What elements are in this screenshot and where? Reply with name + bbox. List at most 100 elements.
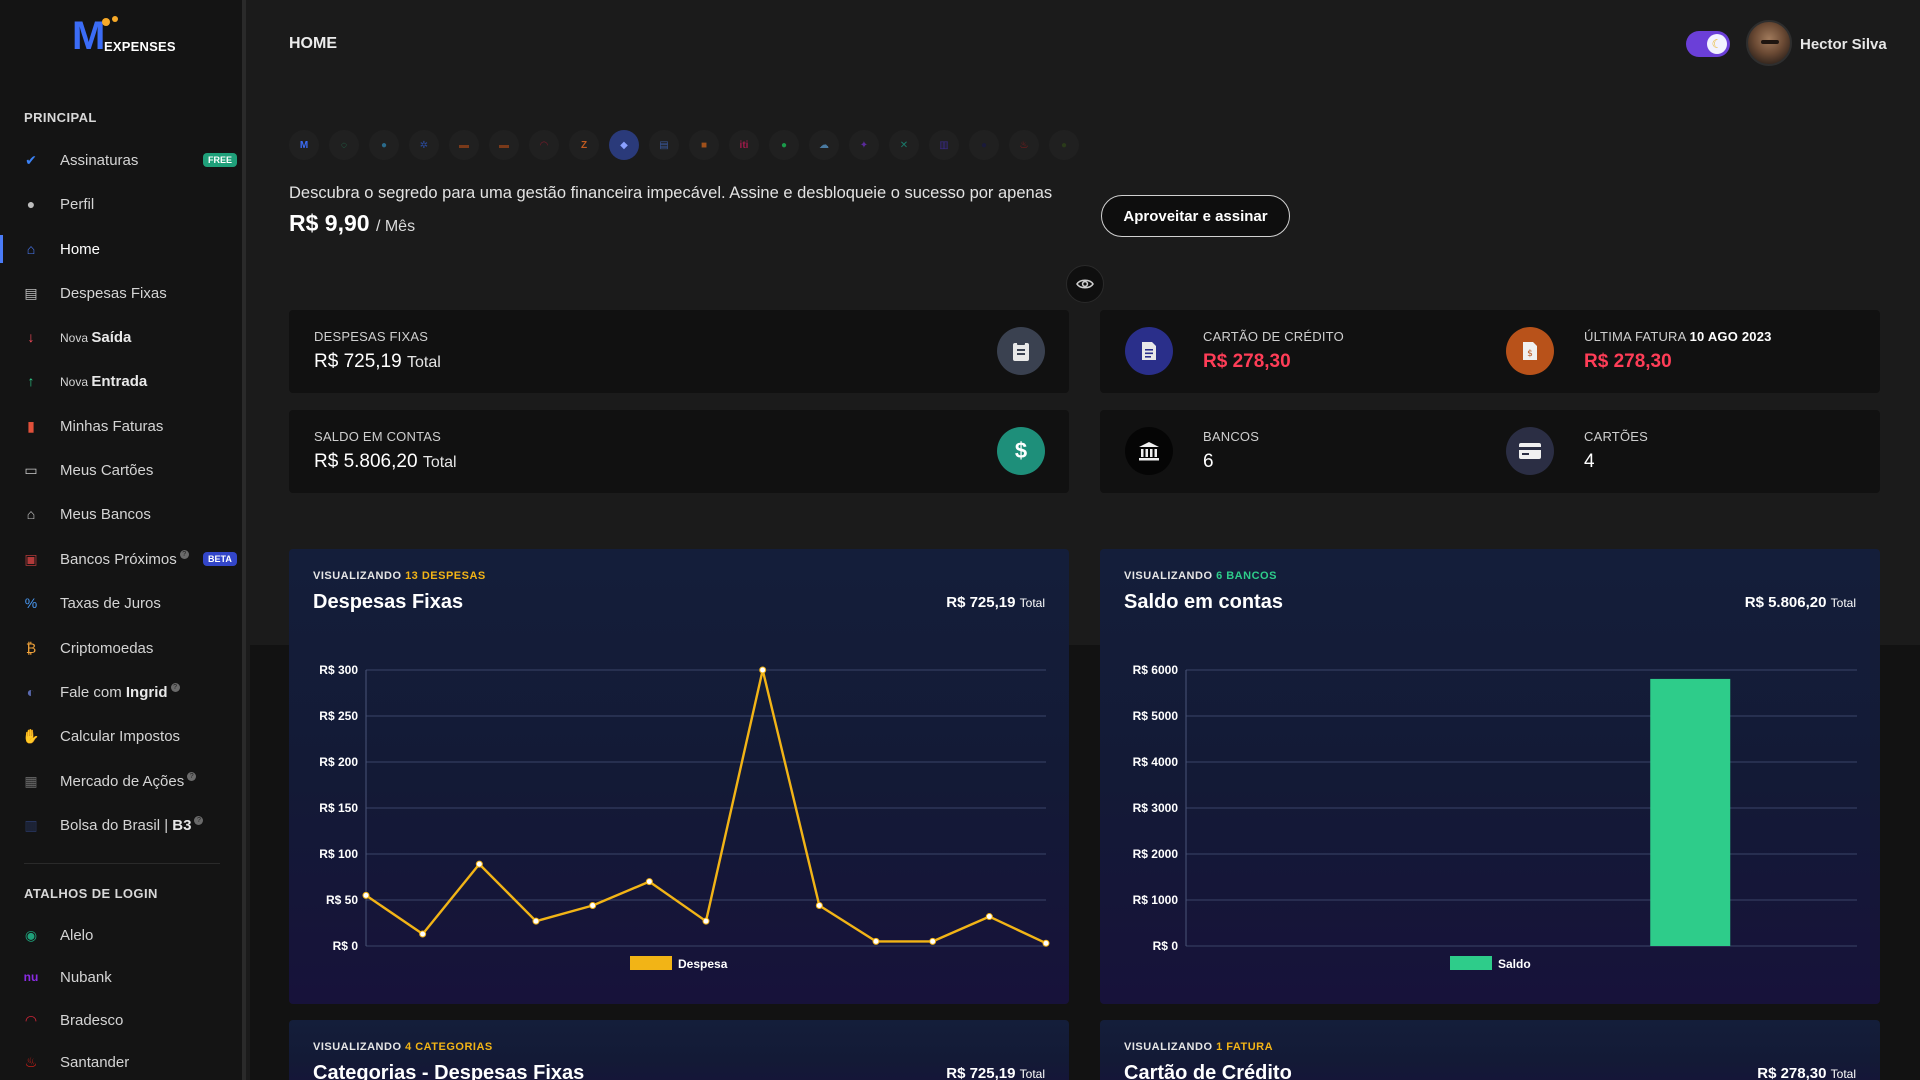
help-icon[interactable]: ? xyxy=(170,683,180,692)
bank-icon[interactable]: ▥ xyxy=(929,130,959,160)
shortcut-item[interactable]: ◉ Alelo xyxy=(0,917,242,953)
status-badge: FREE xyxy=(203,153,238,167)
page-title: HOME xyxy=(289,35,337,52)
bank-icon[interactable]: ● xyxy=(769,130,799,160)
y-tick-label: R$ 6000 xyxy=(1133,663,1179,677)
sidebar-item[interactable]: ₿ Criptomoedas xyxy=(0,630,242,666)
sidebar-item[interactable]: ▤ Despesas Fixas xyxy=(0,275,242,311)
y-tick-label: R$ 250 xyxy=(319,709,358,723)
panel-subtitle: VISUALIZANDO 1 FATURA xyxy=(1124,1041,1273,1053)
y-tick-label: R$ 150 xyxy=(319,801,358,815)
panel-categorias: VISUALIZANDO 4 CATEGORIAS Categorias - D… xyxy=(289,1020,1069,1080)
help-icon[interactable]: ? xyxy=(194,816,204,825)
user-icon: ● xyxy=(26,196,36,212)
card-label: CARTÃO DE CRÉDITO xyxy=(1203,329,1344,344)
subscribe-button[interactable]: Aproveitar e assinar xyxy=(1101,195,1290,237)
card-despesas-fixas[interactable]: DESPESAS FIXAS R$ 725,19 Total xyxy=(289,310,1069,393)
credit-card-icon: ▭ xyxy=(24,461,38,478)
line-chart[interactable]: R$ 0 R$ 50 R$ 100 R$ 150 R$ 200 R$ 250 R$ 300 D… xyxy=(289,549,1069,1004)
user-name[interactable]: Hector Silva xyxy=(1800,36,1887,53)
sidebar-item[interactable]: ▦ Mercado de Ações? xyxy=(0,763,242,799)
y-tick-label: R$ 0 xyxy=(1153,939,1179,953)
promo-text: Descubra o segredo para uma gestão finan… xyxy=(289,184,1053,202)
bank-icon[interactable]: iti xyxy=(729,130,759,160)
total-word: Total xyxy=(422,454,457,471)
sidebar-item-label: Meus Bancos xyxy=(60,505,151,523)
bank-icon[interactable]: ✲ xyxy=(409,130,439,160)
sidebar-item-label: Bolsa do Brasil | B3? xyxy=(60,816,204,834)
vis-prefix: VISUALIZANDO xyxy=(1124,1041,1213,1053)
shortcut-label: Nubank xyxy=(60,968,112,986)
sidebar-item[interactable]: ✋ Calcular Impostos xyxy=(0,718,242,754)
bank-icon[interactable]: ♨ xyxy=(1009,130,1039,160)
data-point xyxy=(985,913,993,921)
bank-icon[interactable]: ● xyxy=(1049,130,1079,160)
bank-icon[interactable]: ✕ xyxy=(889,130,919,160)
bank-icon[interactable]: ▬ xyxy=(449,130,479,160)
app-logo[interactable]: M EXPENSES xyxy=(72,16,182,56)
card-label: SALDO EM CONTAS xyxy=(314,429,442,444)
section-title-principal: PRINCIPAL xyxy=(24,110,97,125)
bank-icon[interactable]: ▤ xyxy=(649,130,679,160)
map-bank-icon: ▣ xyxy=(24,550,38,567)
expenses-logo-icon[interactable]: M xyxy=(289,130,319,160)
shortcut-item[interactable]: nu Nubank xyxy=(0,959,242,995)
sidebar-item[interactable]: ◐ Fale com Ingrid? xyxy=(0,674,242,710)
toggle-visibility-button[interactable] xyxy=(1066,265,1104,303)
sidebar-item[interactable]: ▥ Bolsa do Brasil | B3? xyxy=(0,807,242,843)
y-tick-label: R$ 4000 xyxy=(1133,755,1179,769)
sidebar-item[interactable]: ✔ Assinaturas FREE xyxy=(0,142,242,178)
panel-saldo-em-contas: VISUALIZANDO 6 BANCOS Saldo em contas R$… xyxy=(1100,549,1880,1004)
card-label: DESPESAS FIXAS xyxy=(314,329,429,344)
sidebar-item[interactable]: ⌂ Meus Bancos xyxy=(0,496,242,532)
card-cartao-credito[interactable]: CARTÃO DE CRÉDITO R$ 278,30 $ ÚLTIMA FAT… xyxy=(1100,310,1880,393)
sidebar-item[interactable]: ↑ Nova Entrada xyxy=(0,363,242,399)
sidebar-item-label: Nova Entrada xyxy=(60,372,148,390)
data-point xyxy=(362,891,370,899)
total-word: Total xyxy=(1019,1067,1045,1080)
avatar[interactable] xyxy=(1746,20,1792,66)
card-saldo-em-contas[interactable]: SALDO EM CONTAS R$ 5.806,20 Total $ xyxy=(289,410,1069,493)
sidebar-item-label: Perfil xyxy=(60,195,95,213)
bank-icon[interactable]: ✦ xyxy=(849,130,879,160)
shortcut-item[interactable]: ♨ Santander xyxy=(0,1044,242,1080)
sidebar-scrollbar[interactable] xyxy=(242,0,246,860)
y-tick-label: R$ 5000 xyxy=(1133,709,1179,723)
sidebar-item-label: Bancos Próximos? xyxy=(60,550,189,568)
price-value: R$ 9,90 xyxy=(289,210,370,236)
bank-icon[interactable]: ◆ xyxy=(609,130,639,160)
cartao-value: R$ 278,30 xyxy=(1203,351,1291,372)
sidebar-item[interactable]: ▮ Minhas Faturas xyxy=(0,408,242,444)
card-bancos-cartoes[interactable]: BANCOS 6 CARTÕES 4 xyxy=(1100,410,1880,493)
help-icon[interactable]: ? xyxy=(179,550,189,559)
bank-icon[interactable]: Z xyxy=(569,130,599,160)
divider xyxy=(24,863,220,864)
shortcut-label: Bradesco xyxy=(60,1011,124,1029)
bar-chart[interactable]: R$ 0 R$ 1000 R$ 2000 R$ 3000 R$ 4000 R$ 5000 R… xyxy=(1100,549,1880,1004)
sidebar-item[interactable]: ⌂ Home xyxy=(0,231,242,267)
section-title-atalhos: ATALHOS DE LOGIN xyxy=(24,886,158,901)
bank-icon[interactable]: ☁ xyxy=(809,130,839,160)
sidebar-item[interactable]: ▣ Bancos Próximos? BETA xyxy=(0,541,242,577)
sidebar-item[interactable]: % Taxas de Juros xyxy=(0,585,242,621)
sidebar-item[interactable]: ↓ Nova Saída xyxy=(0,319,242,355)
shortcut-item[interactable]: ◠ Bradesco xyxy=(0,1002,242,1038)
eye-icon xyxy=(1076,279,1094,289)
bank-icon[interactable]: ● xyxy=(969,130,999,160)
data-point xyxy=(872,937,880,945)
bank-icon[interactable]: ■ xyxy=(689,130,719,160)
sidebar-item[interactable]: ● Perfil xyxy=(0,186,242,222)
help-icon[interactable]: ? xyxy=(187,772,197,781)
panel-total: R$ 725,19 Total xyxy=(946,1065,1045,1080)
invoice-icon: ▮ xyxy=(27,417,35,434)
dollar-icon: $ xyxy=(997,427,1045,475)
invoice-icon: $ xyxy=(1506,327,1554,375)
bank-icon[interactable]: ● xyxy=(369,130,399,160)
bank-icon[interactable]: ◠ xyxy=(529,130,559,160)
bradesco-icon: ◠ xyxy=(24,1011,38,1028)
bank-icon[interactable]: ▬ xyxy=(489,130,519,160)
bank-icon[interactable]: ◌ xyxy=(329,130,359,160)
sidebar-item[interactable]: ▭ Meus Cartões xyxy=(0,452,242,488)
home-icon: ⌂ xyxy=(26,241,36,257)
theme-toggle[interactable]: ☾ xyxy=(1686,31,1730,57)
